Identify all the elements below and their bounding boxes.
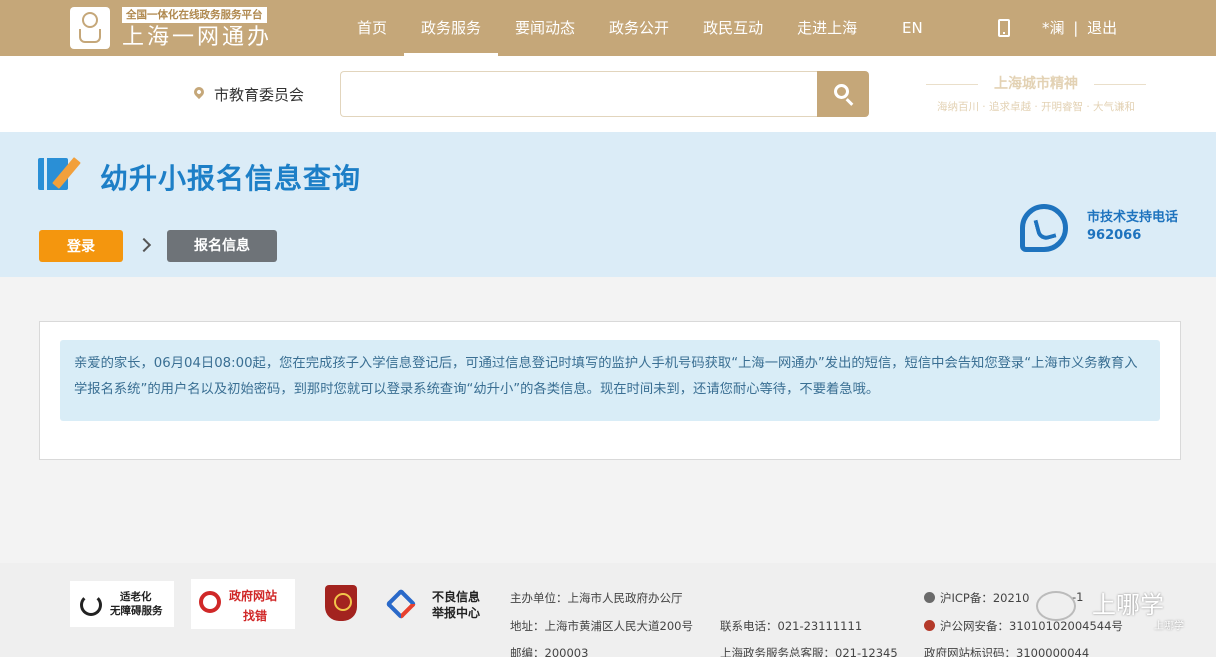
registration-info-step[interactable]: 报名信息: [167, 230, 277, 262]
language-switch[interactable]: EN: [902, 0, 923, 56]
city-spirit-title: 上海城市精神: [922, 74, 1150, 94]
footer: 适老化 无障碍服务 政府网站 找错 不良信息 举报中心 主办单位：上海市人民政府…: [0, 563, 1216, 657]
search-button[interactable]: [817, 71, 869, 117]
support-phone-label: 市技术支持电话: [1087, 210, 1179, 225]
content-card: 亲爱的家长，06月04日08:00起，您在完成孩子入学信息登记后，可通过信息登记…: [39, 321, 1181, 460]
location-pin-icon: [191, 84, 207, 100]
report-logo-icon: [385, 588, 417, 620]
notice-message: 亲爱的家长，06月04日08:00起，您在完成孩子入学信息登记后，可通过信息登记…: [60, 340, 1160, 421]
mobile-phone-icon[interactable]: [998, 19, 1010, 37]
phone-support-icon: [1020, 204, 1068, 252]
main-nav: 首页 政务服务 要闻动态 政务公开 政民互动 走进上海: [340, 0, 874, 56]
top-nav-bar: 全国一体化在线政务服务平台 上海一网通办 首页 政务服务 要闻动态 政务公开 政…: [0, 0, 1216, 56]
book-pen-icon: [38, 154, 88, 190]
nav-about-shanghai[interactable]: 走进上海: [780, 0, 874, 56]
user-area: *澜 | 退出: [1042, 0, 1117, 56]
nav-home[interactable]: 首页: [340, 0, 404, 56]
footer-icp[interactable]: 沪ICP备：20210: [940, 590, 1029, 606]
footer-postcode: 邮编：200003: [510, 646, 589, 657]
user-separator: |: [1073, 19, 1079, 37]
a11y-badge-line1: 适老化: [120, 591, 152, 603]
search-icon: [834, 84, 849, 99]
logo-tagline: 全国一体化在线政务服务平台: [122, 7, 267, 23]
search-input[interactable]: [340, 71, 818, 117]
footer-phone: 联系电话：021-23111111: [720, 619, 863, 633]
magnifier-icon: [199, 591, 221, 613]
watermark-name: 上哪学: [1092, 591, 1164, 619]
support-phone-number[interactable]: 962066: [1087, 228, 1141, 243]
chevron-right-icon: [139, 236, 151, 254]
logo-name: 上海一网通办: [122, 25, 273, 50]
logo-emblem-icon: [70, 7, 110, 49]
search-row: 市教育委员会 上海城市精神 海纳百川 · 追求卓越 · 开明睿智 · 大气谦和: [0, 56, 1216, 132]
public-security-icon: [924, 620, 935, 631]
user-name[interactable]: *澜: [1042, 19, 1065, 37]
a11y-badge-line2: 无障碍服务: [110, 605, 163, 617]
watermark-sub: 上哪学: [1154, 621, 1184, 632]
wheelchair-icon: [80, 594, 102, 616]
city-spirit-banner: 上海城市精神 海纳百川 · 追求卓越 · 开明睿智 · 大气谦和: [922, 74, 1150, 118]
footer-host: 主办单位：上海市人民政府办公厅: [510, 591, 683, 605]
page-hero: 幼升小报名信息查询 登录 报名信息 市技术支持电话 962066: [0, 132, 1216, 277]
footer-hotline: 上海政务服务总客服：021-12345: [720, 646, 898, 657]
icp-icon: [924, 592, 935, 603]
logout-link[interactable]: 退出: [1087, 19, 1117, 37]
page-title: 幼升小报名信息查询: [100, 162, 362, 195]
site-logo[interactable]: 全国一体化在线政务服务平台 上海一网通办: [70, 7, 285, 51]
footer-site-id: 政府网站标识码：3100000044: [924, 646, 1090, 657]
gov-badge-line2: 找错: [243, 609, 268, 623]
watermark: 上哪学 上哪学: [1032, 585, 1184, 635]
city-spirit-slogan: 海纳百川 · 追求卓越 · 开明睿智 · 大气谦和: [936, 101, 1136, 113]
bad-info-report-badge[interactable]: 不良信息 举报中心: [385, 581, 486, 627]
nav-news[interactable]: 要闻动态: [498, 0, 592, 56]
nav-public-affairs[interactable]: 政务公开: [592, 0, 686, 56]
police-emblem-icon[interactable]: [325, 585, 357, 621]
nav-gov-services[interactable]: 政务服务: [404, 0, 499, 56]
wechat-icon: [1036, 591, 1076, 621]
elderly-accessibility-badge[interactable]: 适老化 无障碍服务: [70, 581, 174, 627]
footer-address: 地址：上海市黄浦区人民大道200号: [510, 619, 693, 633]
nav-interaction[interactable]: 政民互动: [686, 0, 780, 56]
gov-website-error-report-badge[interactable]: 政府网站 找错: [191, 579, 295, 629]
login-step-button[interactable]: 登录: [39, 230, 123, 262]
gov-badge-line1: 政府网站: [229, 589, 278, 603]
report-badge-line2: 举报中心: [432, 606, 481, 620]
department-location[interactable]: 市教育委员会: [214, 84, 304, 105]
report-badge-line1: 不良信息: [432, 590, 481, 604]
